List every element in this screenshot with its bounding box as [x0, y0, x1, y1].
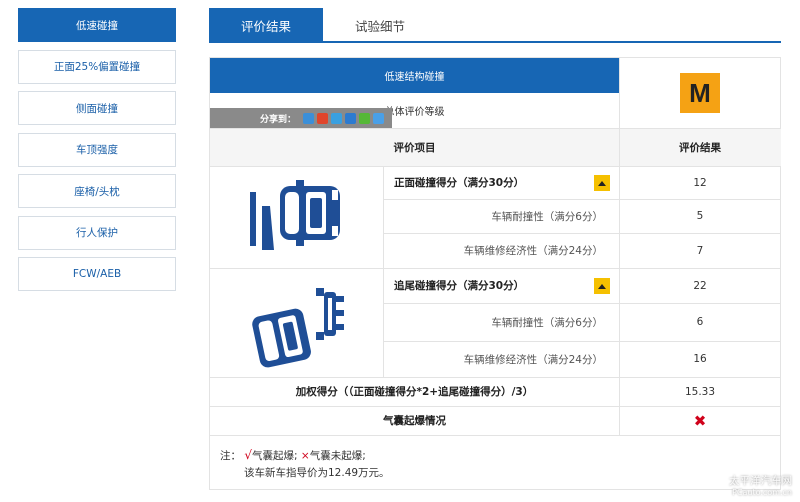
airbag-status: ✖ — [619, 406, 781, 435]
tab-underline — [209, 41, 781, 43]
sidebar-item-side-impact[interactable]: 侧面碰撞 — [18, 91, 176, 125]
price-note: 该车新车指导价为12.49万元。 — [244, 467, 390, 479]
weighted-score-value: 15.33 — [684, 385, 716, 398]
notes: 注： √气囊起爆; ×气囊未起爆; 该车新车指导价为12.49万元。 — [220, 447, 760, 482]
front-sub1-value: 5 — [696, 210, 704, 222]
deployed-legend: 气囊起爆; — [252, 450, 298, 462]
front-sub2-value: 7 — [696, 244, 704, 257]
rear-crash-icon — [250, 282, 350, 371]
rear-sub1-label: 车辆耐撞性（满分6分） — [491, 316, 603, 329]
header-result: 评价结果 — [619, 128, 781, 166]
front-crash-score: 12 — [693, 176, 707, 189]
watermark-line1: 太平洋汽车网 — [729, 475, 792, 487]
share-tencent-icon[interactable] — [331, 113, 343, 124]
results-panel: 低速结构碰撞 总体评价等级 分享到： M 评价项目 评价结果 正面碰撞得分（满分… — [209, 57, 781, 490]
rear-sub2-value: 16 — [693, 353, 707, 365]
sidebar-item-seat-headrest[interactable]: 座椅/头枕 — [18, 174, 176, 208]
sidebar-item-low-speed[interactable]: 低速碰撞 — [18, 8, 176, 42]
rear-sub1-value: 6 — [696, 316, 704, 328]
share-more-icon[interactable] — [373, 113, 385, 124]
tab-test-details[interactable]: 试验细节 — [323, 8, 437, 42]
legend-line: 注： √气囊起爆; ×气囊未起爆; — [220, 447, 760, 465]
section-title: 低速结构碰撞 — [210, 58, 619, 93]
cross-icon: × — [300, 450, 310, 462]
sidebar-item-pedestrian[interactable]: 行人保护 — [18, 215, 176, 250]
sidebar: 低速碰撞 正面25%偏置碰撞 侧面碰撞 车顶强度 座椅/头枕 行人保护 FCW/… — [18, 8, 176, 299]
share-qzone-icon[interactable] — [303, 113, 315, 124]
share-weibo-icon[interactable] — [317, 113, 329, 124]
rating-badge: M — [680, 73, 720, 113]
not-deployed-icon: ✖ — [693, 411, 707, 430]
front-sub1-label: 车辆耐撞性（满分6分） — [491, 210, 603, 223]
front-sub2-label: 车辆维修经济性（满分24分） — [463, 245, 603, 257]
collapse-toggle-icon[interactable] — [594, 278, 610, 294]
tab-results[interactable]: 评价结果 — [209, 8, 323, 42]
sidebar-item-front-25-offset[interactable]: 正面25%偏置碰撞 — [18, 49, 176, 84]
collapse-toggle-icon[interactable] — [594, 175, 610, 191]
airbag-label: 气囊起爆情况 — [383, 415, 446, 427]
watermark-line2: PCauto.com.cn — [732, 488, 792, 497]
front-crash-title: 正面碰撞得分（满分30分） — [394, 177, 525, 189]
tab-bar: 评价结果 试验细节 — [209, 8, 437, 42]
divider — [210, 128, 781, 129]
front-crash-icon — [246, 176, 346, 255]
not-deployed-legend: 气囊未起爆; — [309, 450, 366, 462]
rear-crash-title: 追尾碰撞得分（满分30分） — [394, 280, 525, 292]
share-label: 分享到： — [260, 115, 297, 125]
divider — [210, 435, 781, 436]
weighted-score-label: 加权得分（（正面碰撞得分*2+追尾碰撞得分）/3） — [295, 386, 534, 398]
overall-rating-cell: M — [619, 58, 781, 128]
sidebar-item-roof-strength[interactable]: 车顶强度 — [18, 132, 176, 167]
notes-prefix: 注： — [220, 450, 241, 462]
check-icon: √ — [244, 448, 252, 462]
rear-sub2-label: 车辆维修经济性（满分24分） — [463, 353, 603, 366]
watermark: 太平洋汽车网 PCauto.com.cn — [729, 476, 792, 498]
share-wechat-icon[interactable] — [359, 113, 371, 124]
header-item: 评价项目 — [210, 128, 619, 166]
sidebar-item-fcw-aeb[interactable]: FCW/AEB — [18, 257, 176, 291]
rear-crash-score: 22 — [693, 279, 707, 292]
share-renren-icon[interactable] — [345, 113, 357, 124]
share-bar: 分享到： — [210, 108, 392, 129]
